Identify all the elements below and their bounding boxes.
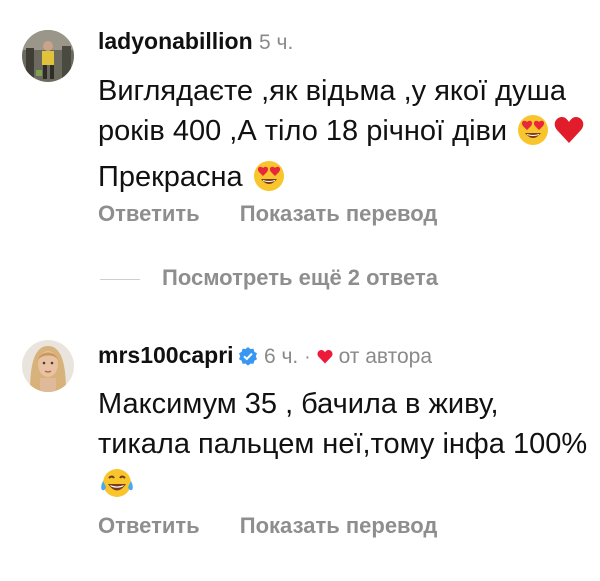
divider-line <box>100 278 140 280</box>
heart-eyes-emoji <box>517 114 549 157</box>
show-translation-button[interactable]: Показать перевод <box>240 513 438 538</box>
view-more-label: Посмотреть ещё 2 ответа <box>162 265 438 290</box>
show-translation-button[interactable]: Показать перевод <box>240 201 438 226</box>
comment-text: Виглядаєте ,як відьма ,у якої душа років… <box>98 71 588 203</box>
avatar-image <box>22 340 74 392</box>
heart-icon <box>317 341 333 371</box>
comment-text-main: Максимум 35 , бачила в живу, тикала паль… <box>98 388 588 460</box>
verified-badge-icon <box>238 343 258 373</box>
avatar[interactable] <box>22 30 74 82</box>
username[interactable]: mrs100capri <box>98 342 234 368</box>
liked-by-author-label: от автора <box>338 345 433 368</box>
comment-actions: Ответить Показать перевод <box>98 513 437 539</box>
view-more-replies-button[interactable]: Посмотреть ещё 2 ответа <box>100 265 438 291</box>
avatar[interactable] <box>22 340 74 392</box>
reply-button[interactable]: Ответить <box>98 201 200 226</box>
username[interactable]: ladyonabillion <box>98 28 253 54</box>
comment-text-main: Виглядаєте ,як відьма ,у якої душа років… <box>98 75 566 147</box>
avatar-image <box>22 30 74 82</box>
red-heart-emoji <box>553 114 585 157</box>
tears-of-joy-emoji <box>100 467 134 510</box>
comment-text: Максимум 35 , бачила в живу, тикала паль… <box>98 384 588 510</box>
comment-header: ladyonabillion 5 ч. <box>98 26 293 58</box>
heart-eyes-emoji <box>253 160 285 203</box>
comment-actions: Ответить Показать перевод <box>98 201 437 227</box>
timestamp: 6 ч. <box>263 345 299 368</box>
timestamp: 5 ч. <box>259 31 294 54</box>
comment-header: mrs100capri 6 ч. · от автора <box>98 340 432 373</box>
separator-dot: · <box>304 347 311 368</box>
reply-button[interactable]: Ответить <box>98 513 200 538</box>
comment-text-end: Прекрасна <box>98 161 243 193</box>
